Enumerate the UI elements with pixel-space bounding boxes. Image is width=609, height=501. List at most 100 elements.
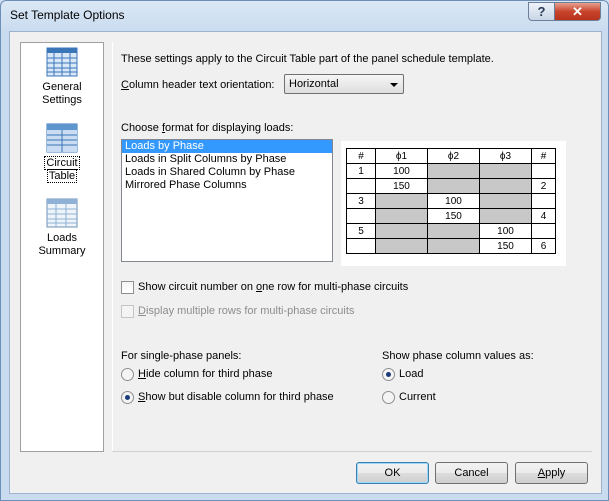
preview-cell: [479, 208, 532, 224]
set-template-options-dialog: Set Template Options ? ✕ General Setting…: [0, 0, 609, 501]
format-preview: # ϕ1 ϕ2 ϕ3 # 1 100 150 2 3 100 150 4 5 1…: [341, 141, 566, 266]
orientation-label: Column header text orientation:: [121, 79, 275, 91]
sidebar-item-general-settings[interactable]: General Settings: [21, 47, 103, 107]
preview-cell: [346, 208, 376, 224]
list-item[interactable]: Mirrored Phase Columns: [122, 179, 332, 192]
preview-cell: [427, 163, 480, 179]
label-part: ide column for third phase: [145, 368, 273, 380]
label-part: pply: [545, 467, 566, 479]
hide-third-phase-radio[interactable]: [121, 368, 134, 381]
help-button[interactable]: ?: [528, 2, 555, 21]
sidebar-item-label-text: Circuit: [44, 156, 80, 170]
preview-cell: [427, 223, 480, 239]
preview-cell: [479, 178, 532, 194]
footer-divider: [112, 451, 592, 452]
preview-cell: 3: [346, 193, 376, 209]
preview-header-cell: #: [531, 148, 556, 164]
preview-cell: 4: [531, 208, 556, 224]
multiple-rows-checkbox-label[interactable]: Display multiple rows for multi-phase ci…: [138, 305, 354, 317]
sidebar-item-label: General: [42, 81, 82, 93]
chevron-down-icon: [390, 83, 398, 87]
preview-row: 150 2: [346, 178, 556, 194]
cancel-button[interactable]: Cancel: [435, 462, 508, 484]
apply-button[interactable]: Apply: [515, 462, 588, 484]
options-sidebar: General Settings Circuit Table Loads Sum…: [20, 42, 104, 452]
sidebar-item-circuit-table[interactable]: Circuit Table: [21, 123, 103, 183]
access-key: H: [138, 368, 146, 380]
preview-header-cell: ϕ3: [479, 148, 532, 164]
preview-table: # ϕ1 ϕ2 ϕ3 # 1 100 150 2 3 100 150 4 5 1…: [346, 148, 556, 254]
preview-cell: 150: [375, 178, 428, 194]
preview-cell: [346, 178, 376, 194]
sidebar-item-label: Loads: [47, 232, 77, 244]
list-item[interactable]: Loads in Split Columns by Phase: [122, 153, 332, 166]
one-row-checkbox-label[interactable]: Show circuit number on one row for multi…: [138, 281, 408, 293]
current-radio-label[interactable]: Current: [399, 391, 436, 403]
label-part: ne row for multi-phase circuits: [262, 281, 409, 293]
preview-cell: [375, 223, 428, 239]
loads-summary-icon: [46, 198, 78, 228]
access-key: C: [121, 79, 129, 91]
label-part: isplay multiple rows for multi-phase cir…: [145, 305, 355, 317]
sidebar-item-label: Summary: [38, 245, 86, 257]
preview-cell: [427, 238, 480, 254]
label-part: olumn header text orientation:: [128, 79, 275, 91]
multiple-rows-checkbox[interactable]: [121, 305, 134, 318]
preview-cell: 6: [531, 238, 556, 254]
hide-third-phase-label[interactable]: Hide column for third phase: [138, 368, 273, 380]
preview-header-cell: ϕ2: [427, 148, 480, 164]
preview-row: 150 4: [346, 208, 556, 224]
preview-row: 5 100: [346, 223, 556, 239]
sidebar-item-label-text: Table: [46, 169, 78, 183]
single-phase-label: For single-phase panels:: [121, 350, 242, 362]
preview-header-cell: #: [346, 148, 376, 164]
preview-cell: [531, 223, 556, 239]
label-part: how but disable column for third phase: [145, 391, 334, 403]
format-label: Choose format for displaying loads:: [121, 122, 293, 134]
window-title: Set Template Options: [10, 8, 125, 22]
access-key: D: [138, 305, 146, 317]
preview-cell: 100: [479, 223, 532, 239]
load-radio[interactable]: [382, 368, 395, 381]
list-item[interactable]: Loads in Shared Column by Phase: [122, 166, 332, 179]
access-key: A: [537, 467, 546, 479]
circuit-table-icon: [46, 123, 78, 153]
list-item[interactable]: Loads by Phase: [122, 140, 332, 153]
current-radio[interactable]: [382, 391, 395, 404]
preview-row: 150 6: [346, 238, 556, 254]
preview-cell: 2: [531, 178, 556, 194]
preview-cell: [375, 193, 428, 209]
preview-header-cell: ϕ1: [375, 148, 428, 164]
show-disable-third-phase-radio[interactable]: [121, 391, 134, 404]
ok-button[interactable]: OK: [356, 462, 429, 484]
load-radio-label[interactable]: Load: [399, 368, 423, 380]
preview-cell: 100: [375, 163, 428, 179]
preview-cell: [346, 238, 376, 254]
preview-cell: [427, 178, 480, 194]
sidebar-item-loads-summary[interactable]: Loads Summary: [21, 198, 103, 258]
preview-cell: [375, 238, 428, 254]
preview-cell: [531, 163, 556, 179]
show-disable-third-phase-label[interactable]: Show but disable column for third phase: [138, 391, 334, 403]
preview-cell: 1: [346, 163, 376, 179]
preview-row: 1 100: [346, 163, 556, 179]
preview-cell: 150: [479, 238, 532, 254]
preview-cell: [375, 208, 428, 224]
one-row-checkbox[interactable]: [121, 281, 134, 294]
circuit-table-settings-panel: These settings apply to the Circuit Tabl…: [112, 42, 592, 452]
preview-cell: 150: [427, 208, 480, 224]
preview-cell: 5: [346, 223, 376, 239]
orientation-dropdown[interactable]: Horizontal: [284, 74, 404, 94]
orientation-dropdown-value: Horizontal: [289, 78, 339, 90]
close-button[interactable]: ✕: [554, 2, 601, 21]
phase-values-label: Show phase column values as:: [382, 350, 534, 362]
preview-cell: [479, 193, 532, 209]
preview-cell: 100: [427, 193, 480, 209]
load-format-list[interactable]: Loads by Phase Loads in Split Columns by…: [121, 139, 333, 262]
label-part: Show circuit number on: [138, 281, 256, 293]
sidebar-item-label: Table: [21, 169, 103, 183]
preview-header-row: # ϕ1 ϕ2 ϕ3 #: [346, 148, 556, 164]
general-settings-icon: [46, 47, 78, 77]
label-part: ormat for displaying loads:: [165, 122, 294, 134]
sidebar-item-label: Settings: [42, 94, 82, 106]
